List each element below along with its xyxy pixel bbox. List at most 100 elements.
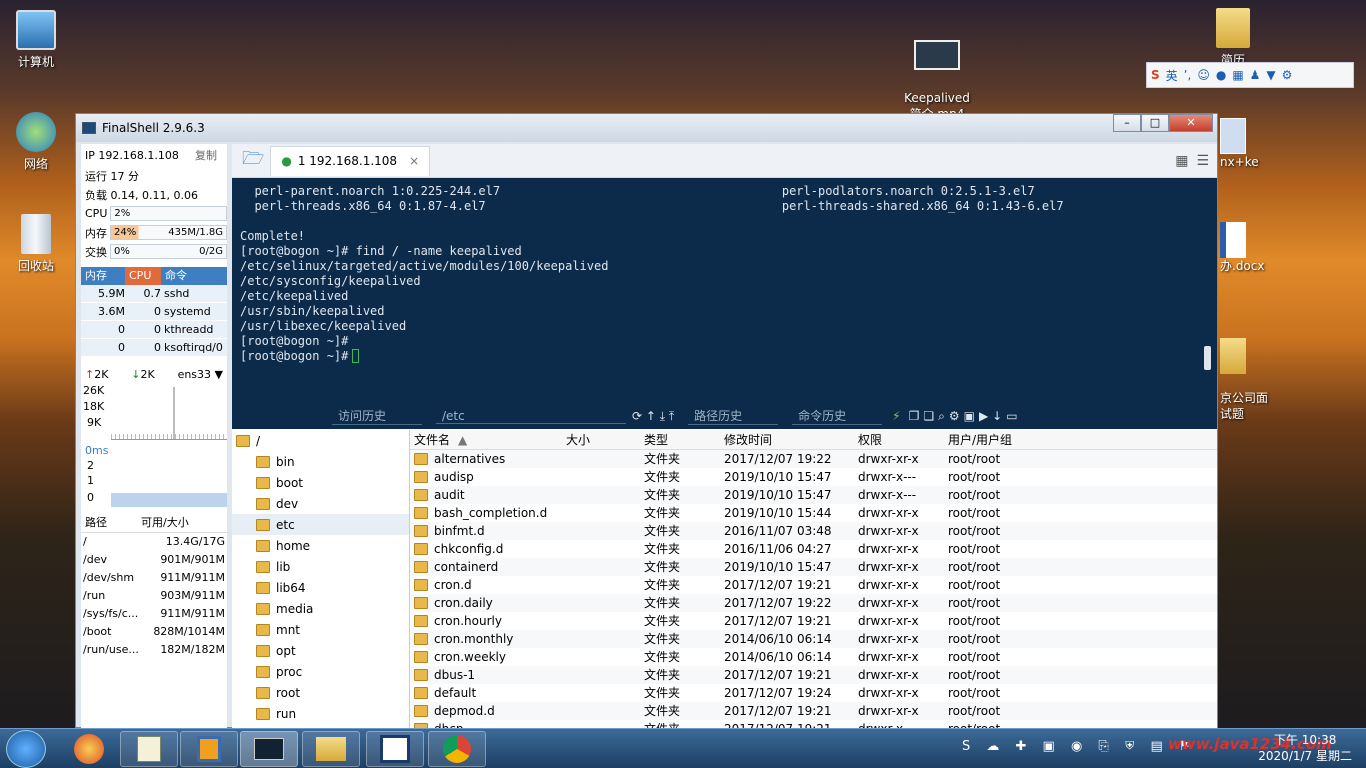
tree-item-selected[interactable]: etc	[232, 514, 409, 535]
tree-item[interactable]: proc	[232, 661, 409, 682]
net-interface-select[interactable]: ens33 ▼	[178, 368, 223, 381]
desktop-icon-recycle-bin[interactable]: 回收站	[4, 214, 68, 274]
taskbar-app-vmware[interactable]	[180, 731, 238, 767]
tray-icons[interactable]: S ☁ ✚ ▣ ◉ ⎘ ⛨ ▤ ⚑	[962, 739, 1197, 754]
file-row[interactable]: alternatives 文件夹 2017/12/07 19:22 drwxr-xr-…	[410, 450, 1217, 468]
col-mtime[interactable]: 修改时间	[724, 430, 858, 449]
taskbar-app-explorer[interactable]	[302, 731, 360, 767]
file-row[interactable]: audisp 文件夹 2019/10/10 15:47 drwxr-x--- root/…	[410, 468, 1217, 486]
desktop-icon-network[interactable]: 网络	[4, 112, 68, 172]
terminal[interactable]: perl-parent.noarch 1:0.225-244.el7 perl-…	[232, 178, 1217, 403]
file-row[interactable]: cron.hourly 文件夹 2017/12/07 19:21 drwxr-xr-x…	[410, 612, 1217, 630]
toolbar-icons[interactable]: ❐❏⌕⚙▣▶↓▭	[909, 409, 1022, 424]
desktop-icon-computer[interactable]: 计算机	[4, 10, 68, 70]
file-owner: root/root	[948, 506, 1001, 520]
ime-lang-label[interactable]: 英	[1166, 67, 1178, 84]
process-row[interactable]: 0 0 kthreadd	[81, 321, 227, 339]
tree-root[interactable]: /	[232, 430, 409, 451]
tree-item[interactable]: mnt	[232, 619, 409, 640]
disk-col-path[interactable]: 路径	[81, 513, 141, 532]
tree-item[interactable]: dev	[232, 493, 409, 514]
disk-row[interactable]: /dev/shm 911M/911M	[81, 569, 227, 587]
tree-item[interactable]: media	[232, 598, 409, 619]
system-clock[interactable]: 下午 10:38 2020/1/7 星期二	[1258, 732, 1352, 764]
grid-view-icon[interactable]: ▦	[1175, 153, 1188, 169]
tab-close-icon[interactable]: ×	[409, 154, 419, 168]
col-size[interactable]: 大小	[566, 430, 644, 449]
lightning-icon[interactable]: ⚡	[892, 409, 900, 423]
path-field[interactable]: /etc	[436, 409, 626, 424]
file-name-cell: cron.hourly	[410, 612, 566, 630]
taskbar-app-player[interactable]	[366, 731, 424, 767]
ime-toolbar[interactable]: S 英 ʼ, ☺ ● ▦ ♟ ▼ ⚙	[1146, 62, 1354, 88]
file-row[interactable]: cron.monthly 文件夹 2014/06/10 06:14 drwxr-xr-…	[410, 630, 1217, 648]
file-row[interactable]: depmod.d 文件夹 2017/12/07 19:21 drwxr-xr-x roo…	[410, 702, 1217, 720]
close-button[interactable]: ✕	[1169, 114, 1213, 132]
punctuation-icon[interactable]: ʼ,	[1184, 68, 1192, 82]
disk-row[interactable]: /dev 901M/901M	[81, 551, 227, 569]
proc-col-cmd[interactable]: 命令	[161, 267, 187, 285]
copy-ip-button[interactable]: 复制	[195, 147, 217, 163]
process-row[interactable]: 0 0 ksoftirqd/0	[81, 339, 227, 357]
emoji-icon[interactable]: ☺	[1197, 68, 1210, 82]
disk-row[interactable]: / 13.4G/17G	[81, 533, 227, 551]
tree-item[interactable]: opt	[232, 640, 409, 661]
tools-icon[interactable]: ⚙	[1282, 68, 1293, 82]
taskbar-app-paint[interactable]	[60, 731, 118, 767]
taskbar: S ☁ ✚ ▣ ◉ ⎘ ⛨ ▤ ⚑ www.java1234.com 下午 10…	[0, 728, 1366, 768]
proc-col-mem[interactable]: 内存	[81, 267, 125, 285]
file-row[interactable]: chkconfig.d 文件夹 2016/11/06 04:27 drwxr-xr-x…	[410, 540, 1217, 558]
menu-icon[interactable]: ☰	[1196, 153, 1209, 169]
terminal-scrollbar[interactable]	[1204, 346, 1211, 370]
taskbar-app-chrome[interactable]	[428, 731, 486, 767]
tab-session[interactable]: ● 1 192.168.1.108 ×	[270, 145, 431, 176]
file-row[interactable]: bash_completion.d 文件夹 2019/10/10 15:44 drwx…	[410, 504, 1217, 522]
tree-item[interactable]: run	[232, 703, 409, 724]
access-history-field[interactable]: 访问历史	[332, 407, 422, 425]
process-row[interactable]: 3.6M 0 systemd	[81, 303, 227, 321]
tree-item[interactable]: boot	[232, 472, 409, 493]
tree-item[interactable]: home	[232, 535, 409, 556]
refresh-icon[interactable]: ⟳ ↑ ⤓ ⤒	[632, 409, 674, 424]
path-history-field[interactable]: 路径历史	[688, 407, 779, 425]
proc-col-cpu[interactable]: CPU	[125, 267, 161, 285]
col-perm[interactable]: 权限	[858, 430, 948, 449]
disk-col-size[interactable]: 可用/大小	[141, 513, 189, 532]
desktop-icon-interview[interactable]: 京公司面 试题	[1220, 322, 1280, 438]
mic-icon[interactable]: ●	[1216, 68, 1226, 82]
disk-row[interactable]: /sys/fs/c... 911M/911M	[81, 605, 227, 623]
file-row[interactable]: cron.d 文件夹 2017/12/07 19:21 drwxr-xr-x root/…	[410, 576, 1217, 594]
process-row[interactable]: 5.9M 0.7 sshd	[81, 285, 227, 303]
disk-row[interactable]: /run 903M/911M	[81, 587, 227, 605]
file-row[interactable]: binfmt.d 文件夹 2016/11/07 03:48 drwxr-xr-x roo…	[410, 522, 1217, 540]
minimize-button[interactable]: –	[1113, 114, 1141, 132]
user-icon[interactable]: ♟	[1250, 68, 1261, 82]
col-filename[interactable]: 文件名 ▲	[410, 430, 566, 449]
disk-row[interactable]: /run/use... 182M/182M	[81, 641, 227, 659]
file-row[interactable]: cron.daily 文件夹 2017/12/07 19:22 drwxr-xr-x r…	[410, 594, 1217, 612]
maximize-button[interactable]: □	[1141, 114, 1169, 132]
start-button[interactable]	[6, 730, 46, 768]
disk-row[interactable]: /boot 828M/1014M	[81, 623, 227, 641]
taskbar-app-editor[interactable]	[120, 731, 178, 767]
file-row[interactable]: dbus-1 文件夹 2017/12/07 19:21 drwxr-xr-x root/…	[410, 666, 1217, 684]
tree-item[interactable]: lib	[232, 556, 409, 577]
desktop-icon-resume[interactable]: 简历	[1204, 8, 1262, 64]
window-titlebar[interactable]: FinalShell 2.9.6.3 – □ ✕	[76, 114, 1217, 142]
command-history-field[interactable]: 命令历史	[792, 407, 883, 425]
tree-item[interactable]: lib64	[232, 577, 409, 598]
file-row[interactable]: audit 文件夹 2019/10/10 15:47 drwxr-x--- root/r…	[410, 486, 1217, 504]
tree-item[interactable]: bin	[232, 451, 409, 472]
col-owner[interactable]: 用户/用户组	[948, 430, 1048, 449]
taskbar-app-finalshell[interactable]	[240, 731, 298, 767]
open-folder-icon[interactable]: 🗁	[242, 146, 264, 176]
file-row[interactable]: default 文件夹 2017/12/07 19:24 drwxr-xr-x root…	[410, 684, 1217, 702]
file-row[interactable]: cron.weekly 文件夹 2014/06/10 06:14 drwxr-xr-x…	[410, 648, 1217, 666]
tree-item[interactable]: root	[232, 682, 409, 703]
desktop-icon-docx[interactable]: 办.docx	[1220, 222, 1270, 274]
skin-icon[interactable]: ▼	[1266, 68, 1275, 82]
keyboard-icon[interactable]: ▦	[1232, 68, 1243, 82]
file-row[interactable]: containerd 文件夹 2019/10/10 15:47 drwxr-xr-x r…	[410, 558, 1217, 576]
desktop-icon-nx[interactable]: nx+ke	[1220, 118, 1270, 170]
col-type[interactable]: 类型	[644, 430, 724, 449]
